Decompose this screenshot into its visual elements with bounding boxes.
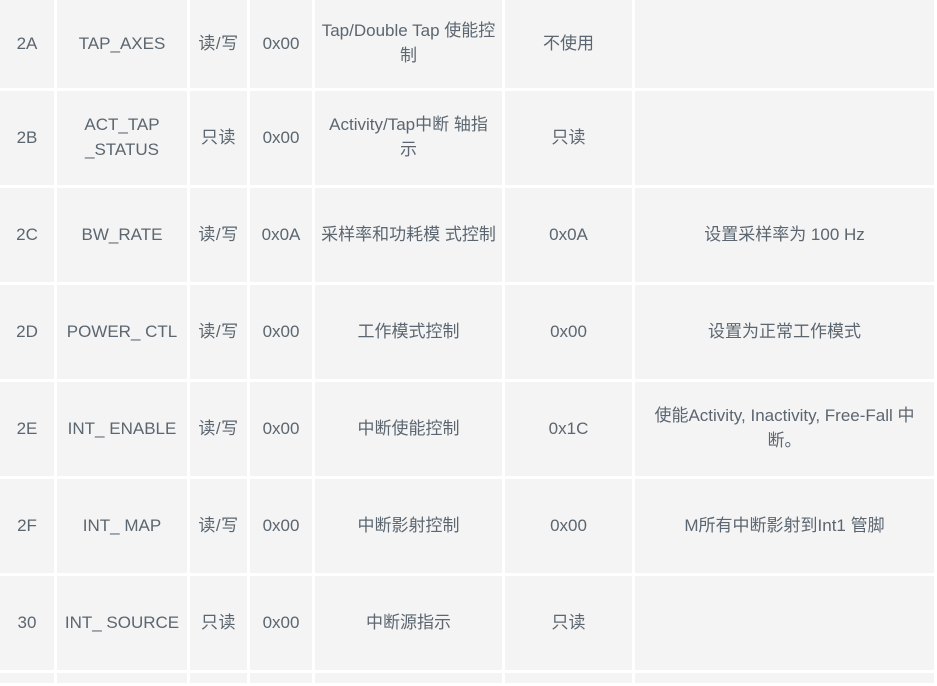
cell-address: 2D	[0, 285, 54, 379]
cell-set-value: 0x00	[505, 285, 632, 379]
cell-description: 中断使能控制	[315, 382, 502, 476]
cell-default-value: 0x00	[250, 382, 312, 476]
table-row: 30 INT_ SOURCE 只读 0x00 中断源指示 只读	[0, 576, 934, 670]
cell-set-value: 0x00	[505, 479, 632, 573]
cell-set-value	[505, 673, 632, 683]
cell-description: Tap/Double Tap 使能控制	[315, 0, 502, 88]
cell-address: 2C	[0, 188, 54, 282]
cell-set-value: 不使用	[505, 0, 632, 88]
cell-register-name	[57, 673, 187, 683]
cell-description	[315, 673, 502, 683]
cell-note: 设置为正常工作模式	[635, 285, 934, 379]
cell-note	[635, 0, 934, 88]
cell-set-value: 0x1C	[505, 382, 632, 476]
cell-access: 读/写	[190, 188, 247, 282]
cell-register-name: BW_RATE	[57, 188, 187, 282]
table-row: 2E INT_ ENABLE 读/写 0x00 中断使能控制 0x1C 使能Ac…	[0, 382, 934, 476]
cell-default-value: 0x00	[250, 91, 312, 185]
cell-access: 读/写	[190, 285, 247, 379]
cell-note	[635, 673, 934, 683]
cell-default-value: 0x00	[250, 285, 312, 379]
cell-address: 2F	[0, 479, 54, 573]
cell-default-value: 0x00	[250, 0, 312, 88]
table-row: 2D POWER_ CTL 读/写 0x00 工作模式控制 0x00 设置为正常…	[0, 285, 934, 379]
cell-description: 采样率和功耗模 式控制	[315, 188, 502, 282]
cell-register-name: INT_ MAP	[57, 479, 187, 573]
cell-register-name: TAP_AXES	[57, 0, 187, 88]
cell-set-value: 0x0A	[505, 188, 632, 282]
cell-access: 读/写	[190, 0, 247, 88]
table-row-clipped	[0, 673, 934, 683]
cell-default-value: 0x00	[250, 479, 312, 573]
cell-access	[190, 673, 247, 683]
table-row: 2F INT_ MAP 读/写 0x00 中断影射控制 0x00 M所有中断影射…	[0, 479, 934, 573]
cell-default-value: 0x0A	[250, 188, 312, 282]
cell-set-value: 只读	[505, 576, 632, 670]
cell-note	[635, 576, 934, 670]
cell-register-name: INT_ SOURCE	[57, 576, 187, 670]
cell-address: 2E	[0, 382, 54, 476]
cell-access: 只读	[190, 576, 247, 670]
cell-register-name: ACT_TAP _STATUS	[57, 91, 187, 185]
cell-register-name: POWER_ CTL	[57, 285, 187, 379]
cell-note	[635, 91, 934, 185]
cell-register-name: INT_ ENABLE	[57, 382, 187, 476]
cell-description: 工作模式控制	[315, 285, 502, 379]
table-row: 2A TAP_AXES 读/写 0x00 Tap/Double Tap 使能控制…	[0, 0, 934, 88]
cell-access: 读/写	[190, 382, 247, 476]
cell-note: 使能Activity, Inactivity, Free-Fall 中断。	[635, 382, 934, 476]
cell-address	[0, 673, 54, 683]
cell-description: 中断源指示	[315, 576, 502, 670]
cell-address: 2A	[0, 0, 54, 88]
table-row: 2C BW_RATE 读/写 0x0A 采样率和功耗模 式控制 0x0A 设置采…	[0, 188, 934, 282]
cell-set-value: 只读	[505, 91, 632, 185]
cell-default-value: 0x00	[250, 576, 312, 670]
register-table-body: 2A TAP_AXES 读/写 0x00 Tap/Double Tap 使能控制…	[0, 0, 934, 683]
cell-access: 读/写	[190, 479, 247, 573]
cell-note: 设置采样率为 100 Hz	[635, 188, 934, 282]
cell-access: 只读	[190, 91, 247, 185]
cell-address: 2B	[0, 91, 54, 185]
cell-note: M所有中断影射到Int1 管脚	[635, 479, 934, 573]
register-map-table: 2A TAP_AXES 读/写 0x00 Tap/Double Tap 使能控制…	[0, 0, 937, 686]
cell-default-value	[250, 673, 312, 683]
cell-description: Activity/Tap中断 轴指示	[315, 91, 502, 185]
cell-description: 中断影射控制	[315, 479, 502, 573]
table-row: 2B ACT_TAP _STATUS 只读 0x00 Activity/Tap中…	[0, 91, 934, 185]
cell-address: 30	[0, 576, 54, 670]
